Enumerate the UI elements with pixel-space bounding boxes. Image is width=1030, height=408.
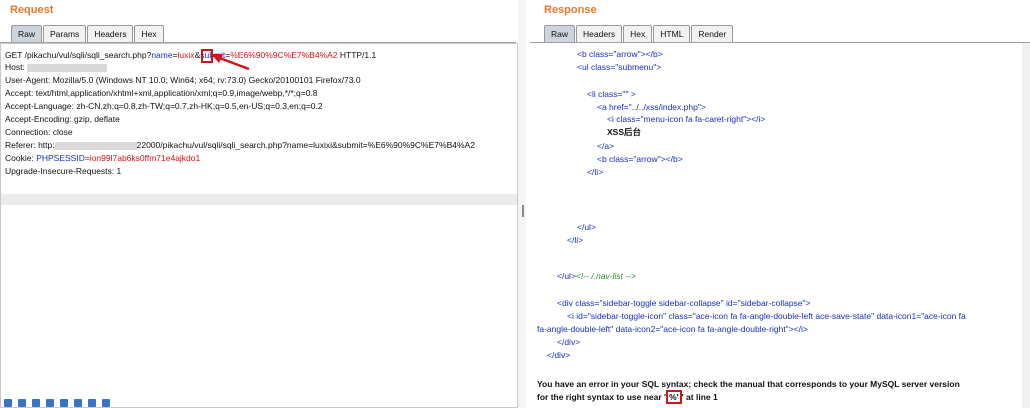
- accept-language-line: Accept-Language: zh-CN,zh;q=0.8,zh-TW;q=…: [5, 101, 323, 111]
- code-line: <b class="arrow"></b>: [597, 154, 683, 164]
- response-tabs: Raw Headers Hex HTML Render: [544, 25, 734, 42]
- response-tabline: [530, 42, 1030, 43]
- tab-raw[interactable]: Raw: [544, 25, 576, 42]
- request-tabs: Raw Params Headers Hex: [11, 25, 165, 42]
- editor-toolbar: [1, 399, 154, 407]
- code-line: </li>: [567, 235, 584, 245]
- redacted-host: [27, 63, 108, 72]
- code-line: </a>: [597, 141, 615, 151]
- code-line: <a href="../../xss/index.php">: [597, 102, 706, 112]
- accept-line: Accept: text/html,application/xhtml+xml,…: [5, 88, 318, 98]
- code-line: <div class="sidebar-toggle sidebar-colla…: [557, 298, 811, 308]
- annotation-arrow-icon: [211, 54, 250, 71]
- sql-error-line-2: for the right syntax to use near ' %' ' at…: [537, 390, 718, 404]
- code-line: <ul class="submenu">: [577, 62, 662, 72]
- tab-raw[interactable]: Raw: [11, 25, 43, 42]
- request-editor[interactable]: GET /pikachu/vul/sqli/sqli_search.php?na…: [0, 43, 518, 408]
- toolbar-icon-3[interactable]: [32, 399, 40, 407]
- code-line: fa-angle-double-left" data-icon2="ace-ic…: [537, 324, 808, 334]
- tab-render[interactable]: Render: [691, 25, 734, 42]
- sql-error-line-1: You have an error in your SQL syntax; ch…: [537, 379, 960, 389]
- code-line: <b class="arrow"></b>: [577, 49, 663, 59]
- response-title: Response: [544, 4, 597, 16]
- error-highlight-box: %': [666, 390, 682, 404]
- code-line: </li>: [587, 167, 604, 177]
- response-scrollbar[interactable]: [1022, 43, 1030, 408]
- code-line: <i class="menu-icon fa fa-caret-right"><…: [607, 114, 766, 124]
- accept-encoding-line: Accept-Encoding: gzip, deflate: [5, 114, 120, 124]
- toolbar-icon-5[interactable]: [60, 399, 68, 407]
- toolbar-icon-2[interactable]: [18, 399, 26, 407]
- referer-line: Referer: http: 22000/pikachu/vul/sqli/sql…: [5, 140, 475, 150]
- toolbar-icon-8[interactable]: [102, 399, 110, 407]
- code-line: </ul>: [577, 222, 596, 232]
- splitter-grip-icon[interactable]: [522, 205, 524, 217]
- host-line: Host:: [5, 62, 108, 73]
- connection-line: Connection: close: [5, 127, 73, 137]
- toolbar-icon-6[interactable]: [74, 399, 82, 407]
- code-line: <li class="" >: [587, 89, 636, 99]
- toolbar-icon-4[interactable]: [46, 399, 54, 407]
- tab-params[interactable]: Params: [43, 25, 87, 42]
- code-line: <i id="sidebar-toggle-icon" class="ace-i…: [567, 311, 966, 321]
- code-line: </div>: [557, 337, 581, 347]
- tab-hex[interactable]: Hex: [134, 25, 164, 42]
- tab-headers[interactable]: Headers: [576, 25, 623, 42]
- tab-headers[interactable]: Headers: [87, 25, 134, 42]
- redacted-referer-host: [54, 141, 137, 150]
- cookie-line: Cookie: PHPSESSID=ion99l7ab6ks0ffm71e4aj…: [5, 153, 201, 163]
- request-title: Request: [10, 4, 54, 16]
- tab-hex[interactable]: Hex: [623, 25, 653, 42]
- upgrade-line: Upgrade-Insecure-Requests: 1: [5, 166, 122, 176]
- request-line: GET /pikachu/vul/sqli/sqli_search.php?na…: [5, 50, 377, 60]
- tab-html[interactable]: HTML: [653, 25, 691, 42]
- toolbar-icon-1[interactable]: [4, 399, 12, 407]
- code-line: XSS后台: [607, 127, 642, 137]
- code-line: </div>: [547, 350, 571, 360]
- toolbar-icon-7[interactable]: [88, 399, 96, 407]
- code-line: </ul><!-- /.nav-list -->: [557, 271, 636, 281]
- pane-splitter[interactable]: [518, 0, 526, 408]
- caret-line-highlight: [1, 194, 517, 205]
- user-agent-line: User-Agent: Mozilla/5.0 (Windows NT 10.0…: [5, 75, 361, 85]
